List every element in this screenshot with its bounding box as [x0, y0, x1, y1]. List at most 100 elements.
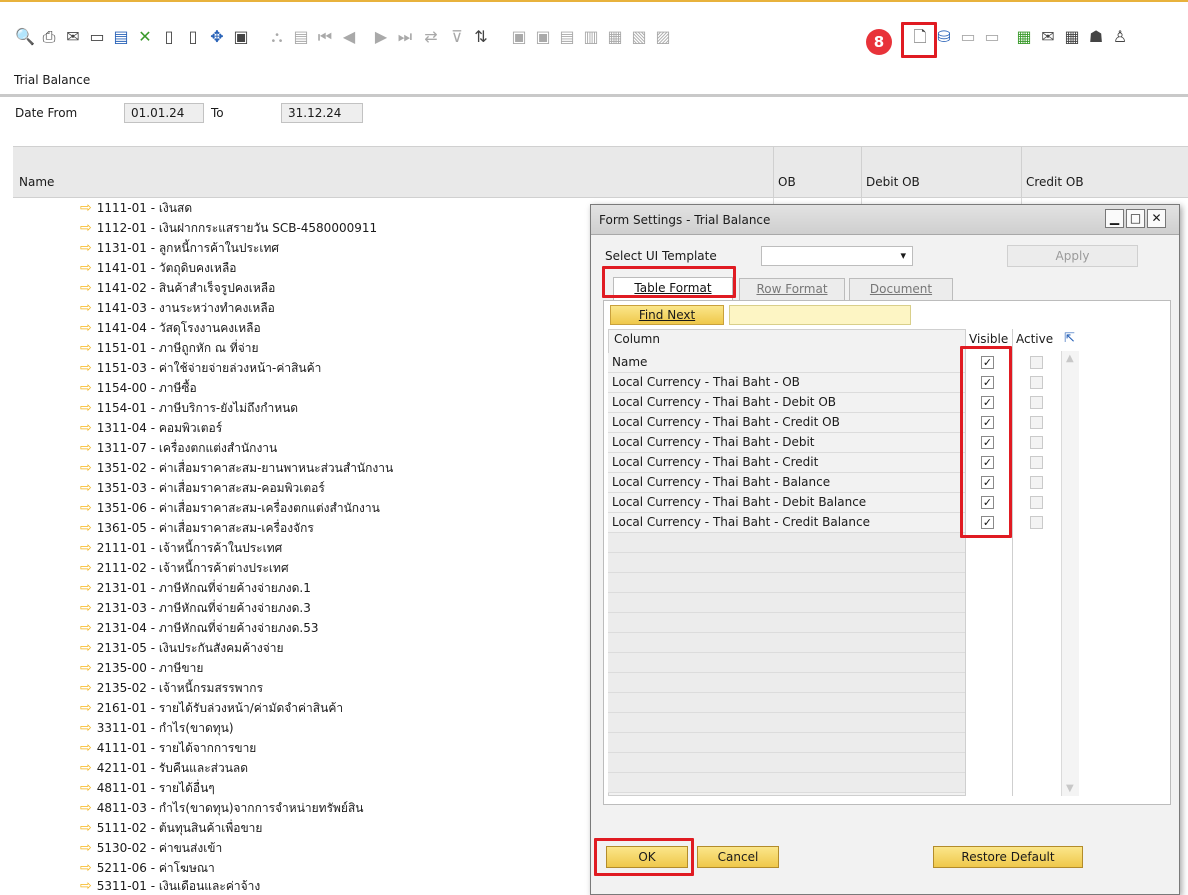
link-arrow-icon[interactable]: ⇨ — [80, 878, 92, 894]
account-row[interactable]: ⇨ 2131-04 - ภาษีหักณที่จ่ายค้างจ่ายภงด.53 — [80, 618, 318, 638]
dialog-titlebar[interactable]: Form Settings - Trial Balance ▁ □ ✕ — [591, 205, 1179, 235]
expand-icon[interactable]: ⇱ — [1064, 329, 1075, 351]
vertical-scrollbar[interactable]: ▲ ▼ — [1061, 351, 1079, 796]
link-arrow-icon[interactable]: ⇨ — [80, 240, 92, 256]
date-to-field[interactable]: 31.12.24 — [281, 103, 363, 123]
account-row[interactable]: ⇨ 1131-01 - ลูกหนี้การค้าในประเทศ — [80, 238, 279, 258]
link-arrow-icon[interactable]: ⇨ — [80, 520, 92, 536]
refresh-icon[interactable]: ✥ — [208, 28, 226, 46]
link-arrow-icon[interactable]: ⇨ — [80, 280, 92, 296]
link-arrow-icon[interactable]: ⇨ — [80, 660, 92, 676]
col-ob-header[interactable]: OB — [778, 175, 796, 189]
link-arrow-icon[interactable]: ⇨ — [80, 760, 92, 776]
pdf-icon[interactable]: ▯ — [184, 28, 202, 46]
column-row[interactable]: Local Currency - Thai Baht - Debit — [608, 433, 965, 453]
dropdown-arrow-icon[interactable]: ▾ — [900, 249, 906, 262]
link-arrow-icon[interactable]: ⇨ — [80, 420, 92, 436]
query-settings-icon[interactable]: ⛁ — [935, 28, 953, 46]
link-arrow-icon[interactable]: ⇨ — [80, 540, 92, 556]
account-row[interactable]: ⇨ 2131-03 - ภาษีหักณที่จ่ายค้างจ่ายภงด.3 — [80, 598, 311, 618]
find-field[interactable] — [729, 305, 911, 325]
link-arrow-icon[interactable]: ⇨ — [80, 480, 92, 496]
account-row[interactable]: ⇨ 1141-01 - วัตถุดิบคงเหลือ — [80, 258, 237, 278]
scroll-up-icon[interactable]: ▲ — [1066, 353, 1074, 364]
account-row[interactable]: ⇨ 1351-02 - ค่าเสื่อมราคาสะสม-ยานพาหนะส่ว… — [80, 458, 393, 478]
column-row[interactable]: Local Currency - Thai Baht - Credit Bala… — [608, 513, 965, 533]
minimize-icon[interactable]: ▁ — [1105, 209, 1124, 228]
account-row[interactable]: ⇨ 5211-06 - ค่าโฆษณา — [80, 858, 215, 878]
account-row[interactable]: ⇨ 4111-01 - รายได้จากการขาย — [80, 738, 256, 758]
link-arrow-icon[interactable]: ⇨ — [80, 700, 92, 716]
account-row[interactable]: ⇨ 1112-01 - เงินฝากกระแสรายวัน SCB-458000… — [80, 218, 377, 238]
tree-icon[interactable]: ☗ — [1087, 28, 1105, 46]
calendar-icon[interactable]: ▦ — [1015, 28, 1033, 46]
link-arrow-icon[interactable]: ⇨ — [80, 680, 92, 696]
apply-button[interactable]: Apply — [1007, 245, 1138, 267]
account-row[interactable]: ⇨ 2135-00 - ภาษีขาย — [80, 658, 203, 678]
link-arrow-icon[interactable]: ⇨ — [80, 320, 92, 336]
account-row[interactable]: ⇨ 1351-06 - ค่าเสื่อมราคาสะสม-เครื่องตกแต… — [80, 498, 380, 518]
account-row[interactable]: ⇨ 2111-01 - เจ้าหนี้การค้าในประเทศ — [80, 538, 282, 558]
account-row[interactable]: ⇨ 3311-01 - กำไร(ขาดทุน) — [80, 718, 234, 738]
account-row[interactable]: ⇨ 1154-00 - ภาษีซื้อ — [80, 378, 197, 398]
account-row[interactable]: ⇨ 1151-01 - ภาษีถูกหัก ณ ที่จ่าย — [80, 338, 259, 358]
maximize-icon[interactable]: □ — [1126, 209, 1145, 228]
link-arrow-icon[interactable]: ⇨ — [80, 620, 92, 636]
column-row[interactable]: Name — [608, 353, 965, 373]
user-icon[interactable]: ♙ — [1111, 28, 1129, 46]
link-arrow-icon[interactable]: ⇨ — [80, 260, 92, 276]
word-icon[interactable]: ▯ — [160, 28, 178, 46]
close-mail-icon[interactable]: ✉ — [1039, 28, 1057, 46]
link-arrow-icon[interactable]: ⇨ — [80, 820, 92, 836]
account-row[interactable]: ⇨ 1154-01 - ภาษีบริการ-ยังไม่ถึงกำหนด — [80, 398, 298, 418]
link-arrow-icon[interactable]: ⇨ — [80, 560, 92, 576]
account-row[interactable]: ⇨ 1111-01 - เงินสด — [80, 198, 192, 218]
link-arrow-icon[interactable]: ⇨ — [80, 360, 92, 376]
account-row[interactable]: ⇨ 5130-02 - ค่าขนส่งเข้า — [80, 838, 222, 858]
excel-icon[interactable]: ✕ — [136, 28, 154, 46]
tab-row-format[interactable]: Row Format — [739, 278, 845, 300]
column-row[interactable]: Local Currency - Thai Baht - OB — [608, 373, 965, 393]
account-row[interactable]: ⇨ 1141-03 - งานระหว่างทำคงเหลือ — [80, 298, 275, 318]
cancel-button[interactable]: Cancel — [697, 846, 779, 868]
link-arrow-icon[interactable]: ⇨ — [80, 400, 92, 416]
account-row[interactable]: ⇨ 2131-05 - เงินประกันสังคมค้างจ่าย — [80, 638, 284, 658]
column-row[interactable]: Local Currency - Thai Baht - Credit — [608, 453, 965, 473]
restore-default-button[interactable]: Restore Default — [933, 846, 1083, 868]
account-row[interactable]: ⇨ 1141-04 - วัสดุโรงงานคงเหลือ — [80, 318, 261, 338]
col-credit-ob-header[interactable]: Credit OB — [1026, 175, 1084, 189]
find-next-button[interactable]: Find Next — [610, 305, 724, 325]
account-row[interactable]: ⇨ 2161-01 - รายได้รับล่วงหน้า/ค่ามัดจำค่า… — [80, 698, 343, 718]
account-row[interactable]: ⇨ 1361-05 - ค่าเสื่อมราคาสะสม-เครื่องจักร — [80, 518, 314, 538]
col-name-header[interactable]: Name — [19, 175, 54, 189]
link-arrow-icon[interactable]: ⇨ — [80, 460, 92, 476]
account-row[interactable]: ⇨ 1311-07 - เครื่องตกแต่งสำนักงาน — [80, 438, 277, 458]
link-arrow-icon[interactable]: ⇨ — [80, 300, 92, 316]
column-row[interactable]: Local Currency - Thai Baht - Debit OB — [608, 393, 965, 413]
link-arrow-icon[interactable]: ⇨ — [80, 340, 92, 356]
link-arrow-icon[interactable]: ⇨ — [80, 500, 92, 516]
account-row[interactable]: ⇨ 2111-02 - เจ้าหนี้การค้าต่างประเทศ — [80, 558, 289, 578]
account-row[interactable]: ⇨ 1351-03 - ค่าเสื่อมราคาสะสม-คอมพิวเตอร์ — [80, 478, 325, 498]
col-debit-ob-header[interactable]: Debit OB — [866, 175, 920, 189]
scroll-down-icon[interactable]: ▼ — [1066, 783, 1074, 794]
calculator-icon[interactable]: ▦ — [1063, 28, 1081, 46]
ui-template-select[interactable]: ▾ — [761, 246, 913, 266]
account-row[interactable]: ⇨ 4211-01 - รับคืนและส่วนลด — [80, 758, 248, 778]
link-arrow-icon[interactable]: ⇨ — [80, 600, 92, 616]
account-row[interactable]: ⇨ 2135-02 - เจ้าหนี้กรมสรรพากร — [80, 678, 263, 698]
column-row[interactable]: Local Currency - Thai Baht - Debit Balan… — [608, 493, 965, 513]
link-arrow-icon[interactable]: ⇨ — [80, 640, 92, 656]
close-icon[interactable]: ✕ — [1147, 209, 1166, 228]
account-row[interactable]: ⇨ 2131-01 - ภาษีหักณที่จ่ายค้างจ่ายภงด.1 — [80, 578, 311, 598]
export-icon[interactable]: ▭ — [88, 28, 106, 46]
link-arrow-icon[interactable]: ⇨ — [80, 440, 92, 456]
column-row[interactable]: Local Currency - Thai Baht - Balance — [608, 473, 965, 493]
email-icon[interactable]: ✉ — [64, 28, 82, 46]
sort-icon[interactable]: ⇅ — [472, 28, 490, 46]
account-row[interactable]: ⇨ 1151-03 - ค่าใช้จ่ายจ่ายล่วงหน้า-ค่าสิน… — [80, 358, 321, 378]
date-from-field[interactable]: 01.01.24 — [124, 103, 204, 123]
link-arrow-icon[interactable]: ⇨ — [80, 800, 92, 816]
print-icon[interactable]: ⎙ — [40, 28, 58, 46]
link-arrow-icon[interactable]: ⇨ — [80, 720, 92, 736]
